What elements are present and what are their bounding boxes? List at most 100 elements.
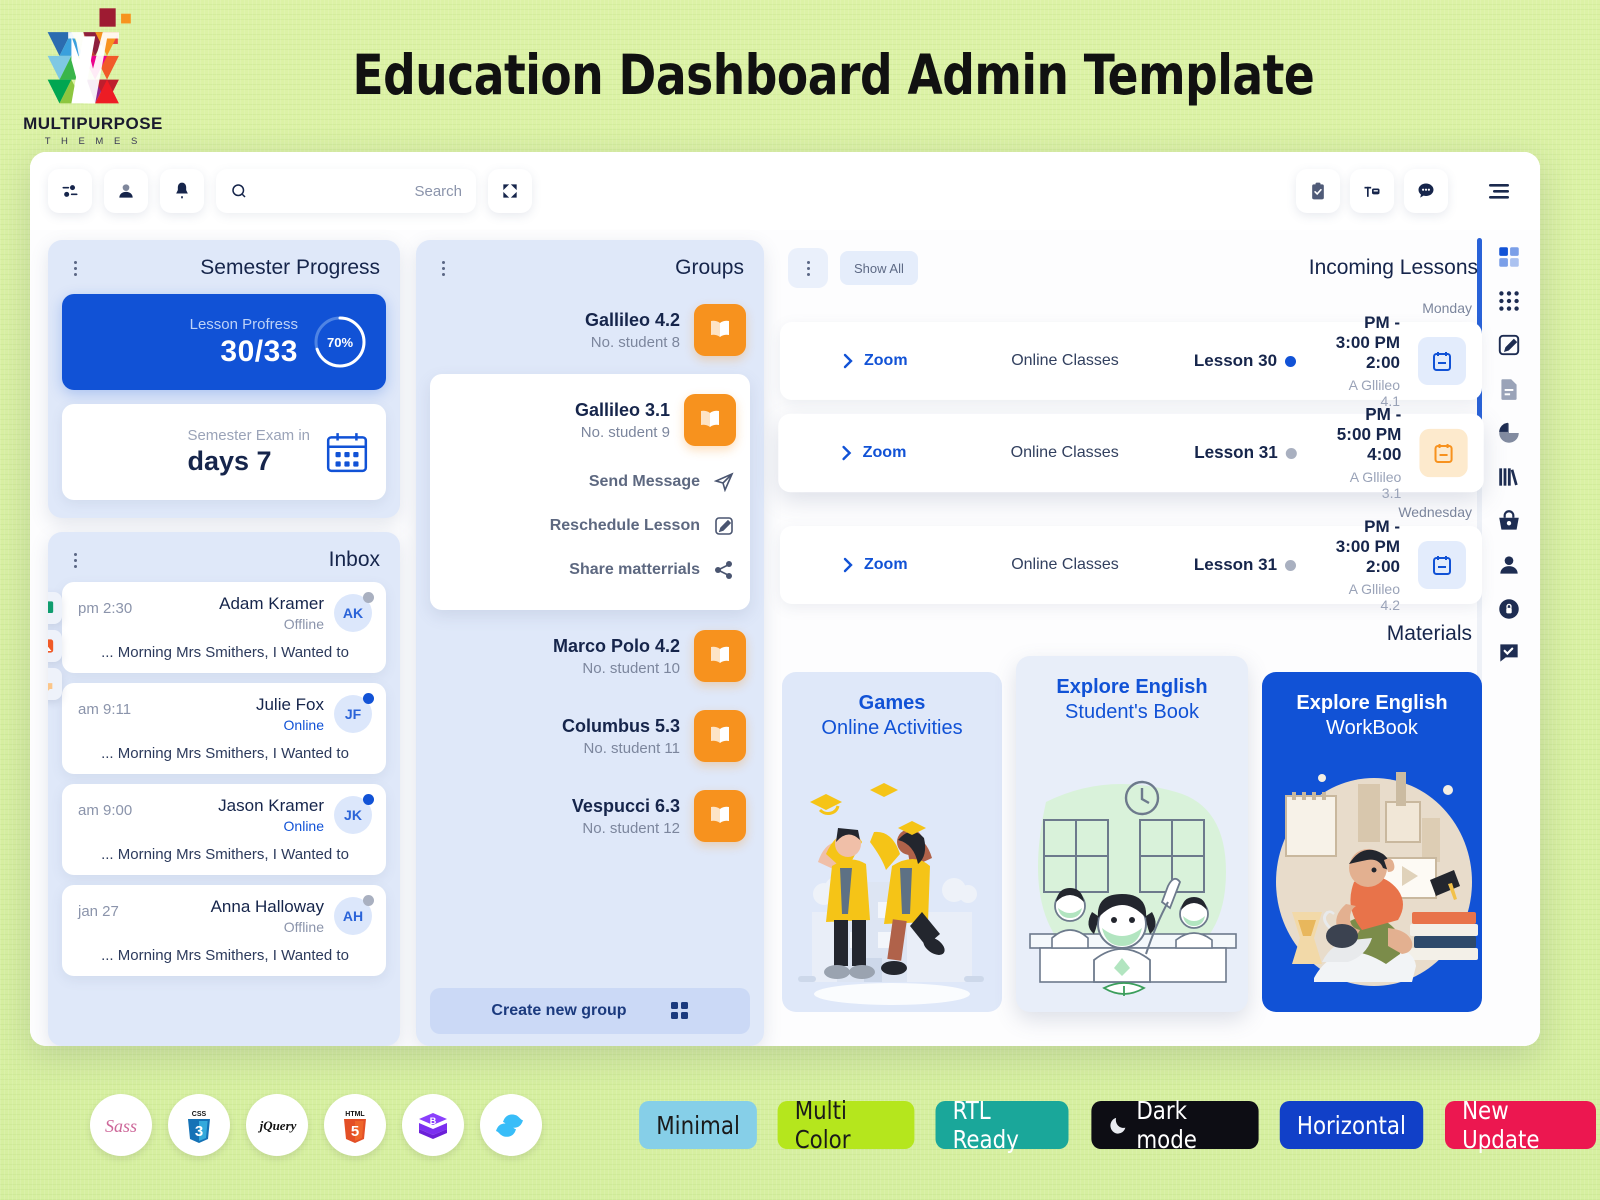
lesson-row[interactable]: Zoom Online Classes Lesson 31 PM - 5:00 PM … <box>778 405 1484 501</box>
zoom-link[interactable]: Zoom <box>840 556 970 574</box>
multipurpose-m-logo-icon <box>39 4 147 112</box>
pie-chart-icon[interactable] <box>1496 420 1522 446</box>
basket-icon[interactable] <box>1496 508 1522 534</box>
message-time: am 9:11 <box>78 701 132 718</box>
file-lines-icon[interactable] <box>1496 376 1522 402</box>
feature-badge[interactable]: RTL Ready <box>935 1096 1070 1154</box>
svg-text:Sass: Sass <box>105 1116 137 1136</box>
lesson-group: A Gllileo 4.2 <box>1348 581 1400 613</box>
groups-kebab-icon[interactable] <box>434 257 452 279</box>
menu-toggle-icon[interactable] <box>1476 168 1522 214</box>
lesson-row[interactable]: Zoom Online Classes Lesson 31 PM - 3:00 PM … <box>780 517 1482 613</box>
grid-squares-icon[interactable] <box>1496 244 1522 270</box>
lessons-kebab-icon[interactable] <box>788 248 828 288</box>
status-dot <box>363 895 374 906</box>
feature-badge-label: Horizontal <box>1297 1110 1407 1140</box>
search-box[interactable] <box>216 169 476 213</box>
material-line1: Explore English <box>1056 676 1208 698</box>
group-row[interactable]: Vespucci 6.3 No. student 12 <box>430 776 750 856</box>
search-input[interactable] <box>248 169 462 213</box>
material-card-workbook[interactable]: Explore English WorkBook <box>1262 672 1482 1012</box>
chat-dots-icon[interactable] <box>1404 169 1448 213</box>
lesson-type: Online Classes <box>1010 443 1119 462</box>
material-line2: WorkBook <box>1326 717 1418 739</box>
message-sender: Jason Kramer <box>218 796 324 815</box>
message-preview: ... Morning Mrs Smithers, I Wanted to <box>101 947 349 964</box>
inbox-message[interactable]: am 9:11 Julie Fox Online JF... Morning Mrs … <box>62 683 386 774</box>
lock-icon[interactable] <box>1496 596 1522 622</box>
create-new-group-button[interactable]: Create new group <box>430 988 750 1034</box>
chat-check-icon[interactable] <box>1496 640 1522 666</box>
bell-icon[interactable] <box>160 169 204 213</box>
message-time: pm 2:30 <box>78 600 133 617</box>
share-icon <box>714 560 734 580</box>
feature-badge[interactable]: New Update <box>1444 1096 1597 1154</box>
group-row[interactable]: Marco Polo 4.2 No. student 10 <box>430 616 750 696</box>
message-preview: ... Morning Mrs Smithers, I Wanted to <box>101 745 349 762</box>
group-row[interactable]: Gallileo 4.2 No. student 8 <box>430 290 750 370</box>
svg-text:3: 3 <box>195 1123 203 1140</box>
calendar-button[interactable] <box>1419 428 1468 478</box>
feature-badge[interactable]: Horizontal <box>1279 1101 1424 1149</box>
material-card-games[interactable]: Games Online Activities <box>782 672 1002 1012</box>
card-icon[interactable] <box>1350 169 1394 213</box>
image-icon[interactable] <box>48 630 62 662</box>
tailwind-logo <box>480 1094 542 1156</box>
group-row[interactable]: Columbus 5.3 No. student 11 <box>430 696 750 776</box>
semester-kebab-icon[interactable] <box>66 257 84 279</box>
zoom-label: Zoom <box>864 556 908 573</box>
sass-logo: Sass <box>90 1094 152 1156</box>
money-icon[interactable] <box>48 592 62 624</box>
books-icon[interactable] <box>1496 464 1522 490</box>
inbox-kebab-icon[interactable] <box>66 549 84 571</box>
group-student-count: No. student 11 <box>583 739 680 757</box>
zoom-link[interactable]: Zoom <box>840 352 970 370</box>
lesson-row[interactable]: Zoom Online Classes Lesson 30 PM - 3:00 PM … <box>780 313 1482 409</box>
group-list: Gallileo 4.2 No. student 8 Gallileo 3.1 No.… <box>416 286 764 982</box>
calendar-button[interactable] <box>1418 337 1466 385</box>
feature-badge[interactable]: Dark mode <box>1090 1096 1258 1154</box>
classroom-illustration <box>1016 762 1248 1012</box>
show-all-button[interactable]: Show All <box>840 251 918 285</box>
edit-square-icon[interactable] <box>1496 332 1522 358</box>
logo-subtitle: T H E M E S <box>44 135 142 147</box>
inbox-message[interactable]: jan 27 Anna Halloway Offline AH... Morning … <box>62 885 386 976</box>
chevron-right-icon <box>842 445 852 461</box>
feature-badge[interactable]: Multi Color <box>777 1096 915 1154</box>
inbox-message[interactable]: pm 2:30 Adam Kramer Offline AK... Morning M… <box>62 582 386 673</box>
group-row[interactable]: Gallileo 3.1 No. student 9 <box>444 380 736 460</box>
tech-logos: Sass CSS 3 jQuery HTML 5 B <box>90 1094 542 1156</box>
apps-dots-icon[interactable] <box>1496 288 1522 314</box>
user-icon[interactable] <box>104 169 148 213</box>
feature-badge[interactable]: Minimal <box>639 1101 758 1149</box>
user-solid-icon[interactable] <box>1496 552 1522 578</box>
svg-text:jQuery: jQuery <box>258 1118 297 1133</box>
material-card-students-book[interactable]: Explore English Student's Book <box>1016 656 1248 1012</box>
exam-value: days 7 <box>187 446 272 476</box>
group-card-expanded[interactable]: Gallileo 3.1 No. student 9 Send Message Res… <box>430 374 750 610</box>
message-sender: Anna Halloway <box>210 897 324 916</box>
lesson-number: Lesson 30 <box>1160 351 1330 371</box>
topbar <box>30 152 1540 230</box>
lesson-number-label: Lesson 30 <box>1193 351 1278 370</box>
clipboard-check-icon[interactable] <box>1296 169 1340 213</box>
lesson-time: PM - 3:00 PM 2:00 <box>1335 517 1400 576</box>
group-action-label: Reschedule Lesson <box>549 517 700 534</box>
moon-icon <box>1109 1117 1125 1134</box>
chat-bubble-icon[interactable] <box>48 668 62 700</box>
semester-progress-card: Semester Progress Lesson Profress 30/33 <box>48 240 400 518</box>
zoom-link[interactable]: Zoom <box>839 444 970 462</box>
fullscreen-icon[interactable] <box>488 169 532 213</box>
group-action[interactable]: Reschedule Lesson <box>444 504 736 548</box>
promo-header: MULTIPURPOSE T H E M E S Education Dashb… <box>0 0 1600 150</box>
calendar-button[interactable] <box>1418 541 1466 589</box>
book-icon <box>694 630 746 682</box>
sliders-icon[interactable] <box>48 169 92 213</box>
group-action[interactable]: Send Message <box>444 460 736 504</box>
lesson-progress-tile: Lesson Profress 30/33 70% <box>62 294 386 390</box>
group-action[interactable]: Share matterrials <box>444 548 736 592</box>
message-status: Online <box>283 818 324 834</box>
inbox-message[interactable]: am 9:00 Jason Kramer Online JK... Morning M… <box>62 784 386 875</box>
lesson-type: Online Classes <box>1011 556 1119 573</box>
group-student-count: No. student 9 <box>580 423 670 441</box>
